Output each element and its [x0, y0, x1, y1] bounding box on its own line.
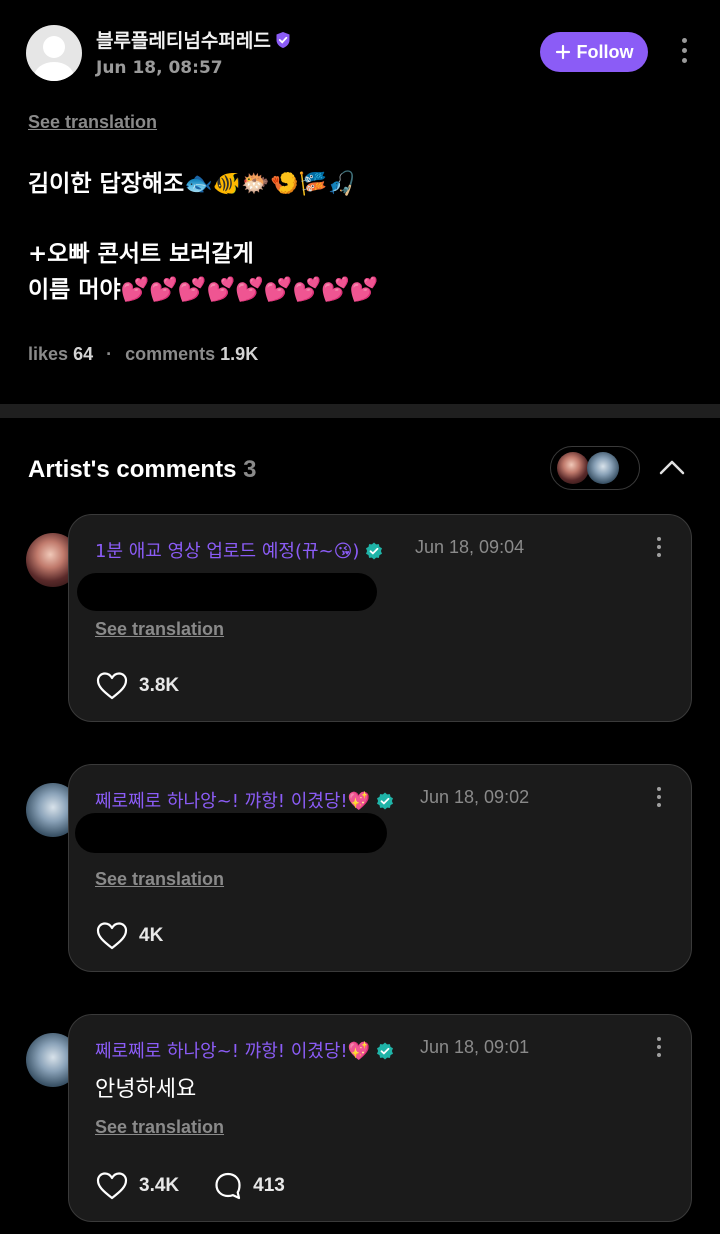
redacted-text — [75, 813, 387, 853]
avatar — [587, 452, 619, 484]
plus-icon — [555, 44, 570, 60]
comment-timestamp: Jun 18, 09:01 — [420, 1037, 530, 1057]
reply-button[interactable]: 413 — [213, 1171, 285, 1201]
see-translation-link[interactable]: See translation — [28, 112, 157, 133]
section-divider — [0, 404, 720, 418]
verified-badge-icon — [276, 32, 290, 48]
more-vertical-icon[interactable] — [654, 787, 664, 811]
comment-timestamp: Jun 18, 09:02 — [420, 787, 530, 807]
comment-author[interactable]: 1분 애교 영상 업로드 예정(뀨~😘) — [95, 537, 383, 563]
comments-count: 1.9K — [220, 344, 259, 364]
default-avatar-icon[interactable] — [26, 25, 82, 81]
avatar — [557, 452, 589, 484]
see-translation-link[interactable]: See translation — [95, 1117, 224, 1138]
like-count: 4K — [139, 925, 164, 946]
more-vertical-icon[interactable] — [654, 537, 664, 561]
more-vertical-icon[interactable] — [654, 1037, 664, 1061]
like-count: 3.8K — [139, 675, 180, 696]
comment-author[interactable]: 쩨로쩨로 하나앙~! 꺄항! 이겼당!💖 — [95, 1037, 394, 1063]
like-count: 3.4K — [139, 1175, 180, 1196]
comment-card: 쩨로쩨로 하나앙~! 꺄항! 이겼당!💖 Jun 18, 09:02 See t… — [68, 764, 692, 972]
comment-bubble-icon — [215, 1172, 241, 1200]
see-translation-link[interactable]: See translation — [95, 619, 224, 640]
comment-author[interactable]: 쩨로쩨로 하나앙~! 꺄항! 이겼당!💖 — [95, 787, 394, 813]
post-stats: likes 64 · comments 1.9K — [28, 344, 259, 364]
post-body-line: 김이한 답장해조🐟🐠🐡🍤🎏🎣 — [28, 171, 356, 197]
like-button[interactable]: 3.8K — [95, 671, 179, 701]
redacted-text — [77, 573, 377, 611]
more-vertical-icon[interactable] — [676, 38, 692, 68]
artist-comments-count: 3 — [243, 456, 257, 483]
see-translation-link[interactable]: See translation — [95, 869, 224, 890]
comment-card: 1분 애교 영상 업로드 예정(뀨~😘) Jun 18, 09:04 See t… — [68, 514, 692, 722]
artist-comments-title: Artist's comments 3 — [28, 456, 257, 483]
comment-actions: 3.4K 413 — [95, 1171, 285, 1201]
chevron-up-icon[interactable] — [658, 456, 686, 478]
verified-badge-icon — [377, 1042, 394, 1060]
verified-badge-icon — [366, 542, 383, 560]
reply-count: 413 — [253, 1175, 285, 1196]
artist-avatar-stack[interactable] — [550, 446, 640, 490]
follow-button[interactable]: Follow — [540, 32, 648, 72]
comment-text: 안녕하세요 — [95, 1077, 197, 1102]
post: 블루플레티넘수퍼레드 Jun 18, 08:57 Follow See tran… — [0, 0, 720, 404]
post-body-line: 이름 머야💕💕💕💕💕💕💕💕💕 — [28, 277, 379, 303]
comment-card: 쩨로쩨로 하나앙~! 꺄항! 이겼당!💖 Jun 18, 09:01 안녕하세요… — [68, 1014, 692, 1222]
likes-count: 64 — [73, 344, 94, 364]
heart-icon[interactable] — [95, 1171, 129, 1201]
comment-timestamp: Jun 18, 09:04 — [415, 537, 525, 557]
heart-icon — [96, 922, 128, 950]
heart-icon — [96, 672, 128, 700]
post-author[interactable]: 블루플레티넘수퍼레드 — [96, 26, 292, 53]
verified-badge-icon — [377, 792, 394, 810]
post-timestamp: Jun 18, 08:57 — [96, 58, 223, 78]
like-button[interactable]: 4K — [95, 921, 163, 951]
post-body: 김이한 답장해조🐟🐠🐡🍤🎏🎣 +오빠 콘서트 보러갈게 이름 머야💕💕💕💕💕💕💕… — [28, 166, 688, 308]
post-body-line: +오빠 콘서트 보러갈게 — [28, 241, 254, 267]
